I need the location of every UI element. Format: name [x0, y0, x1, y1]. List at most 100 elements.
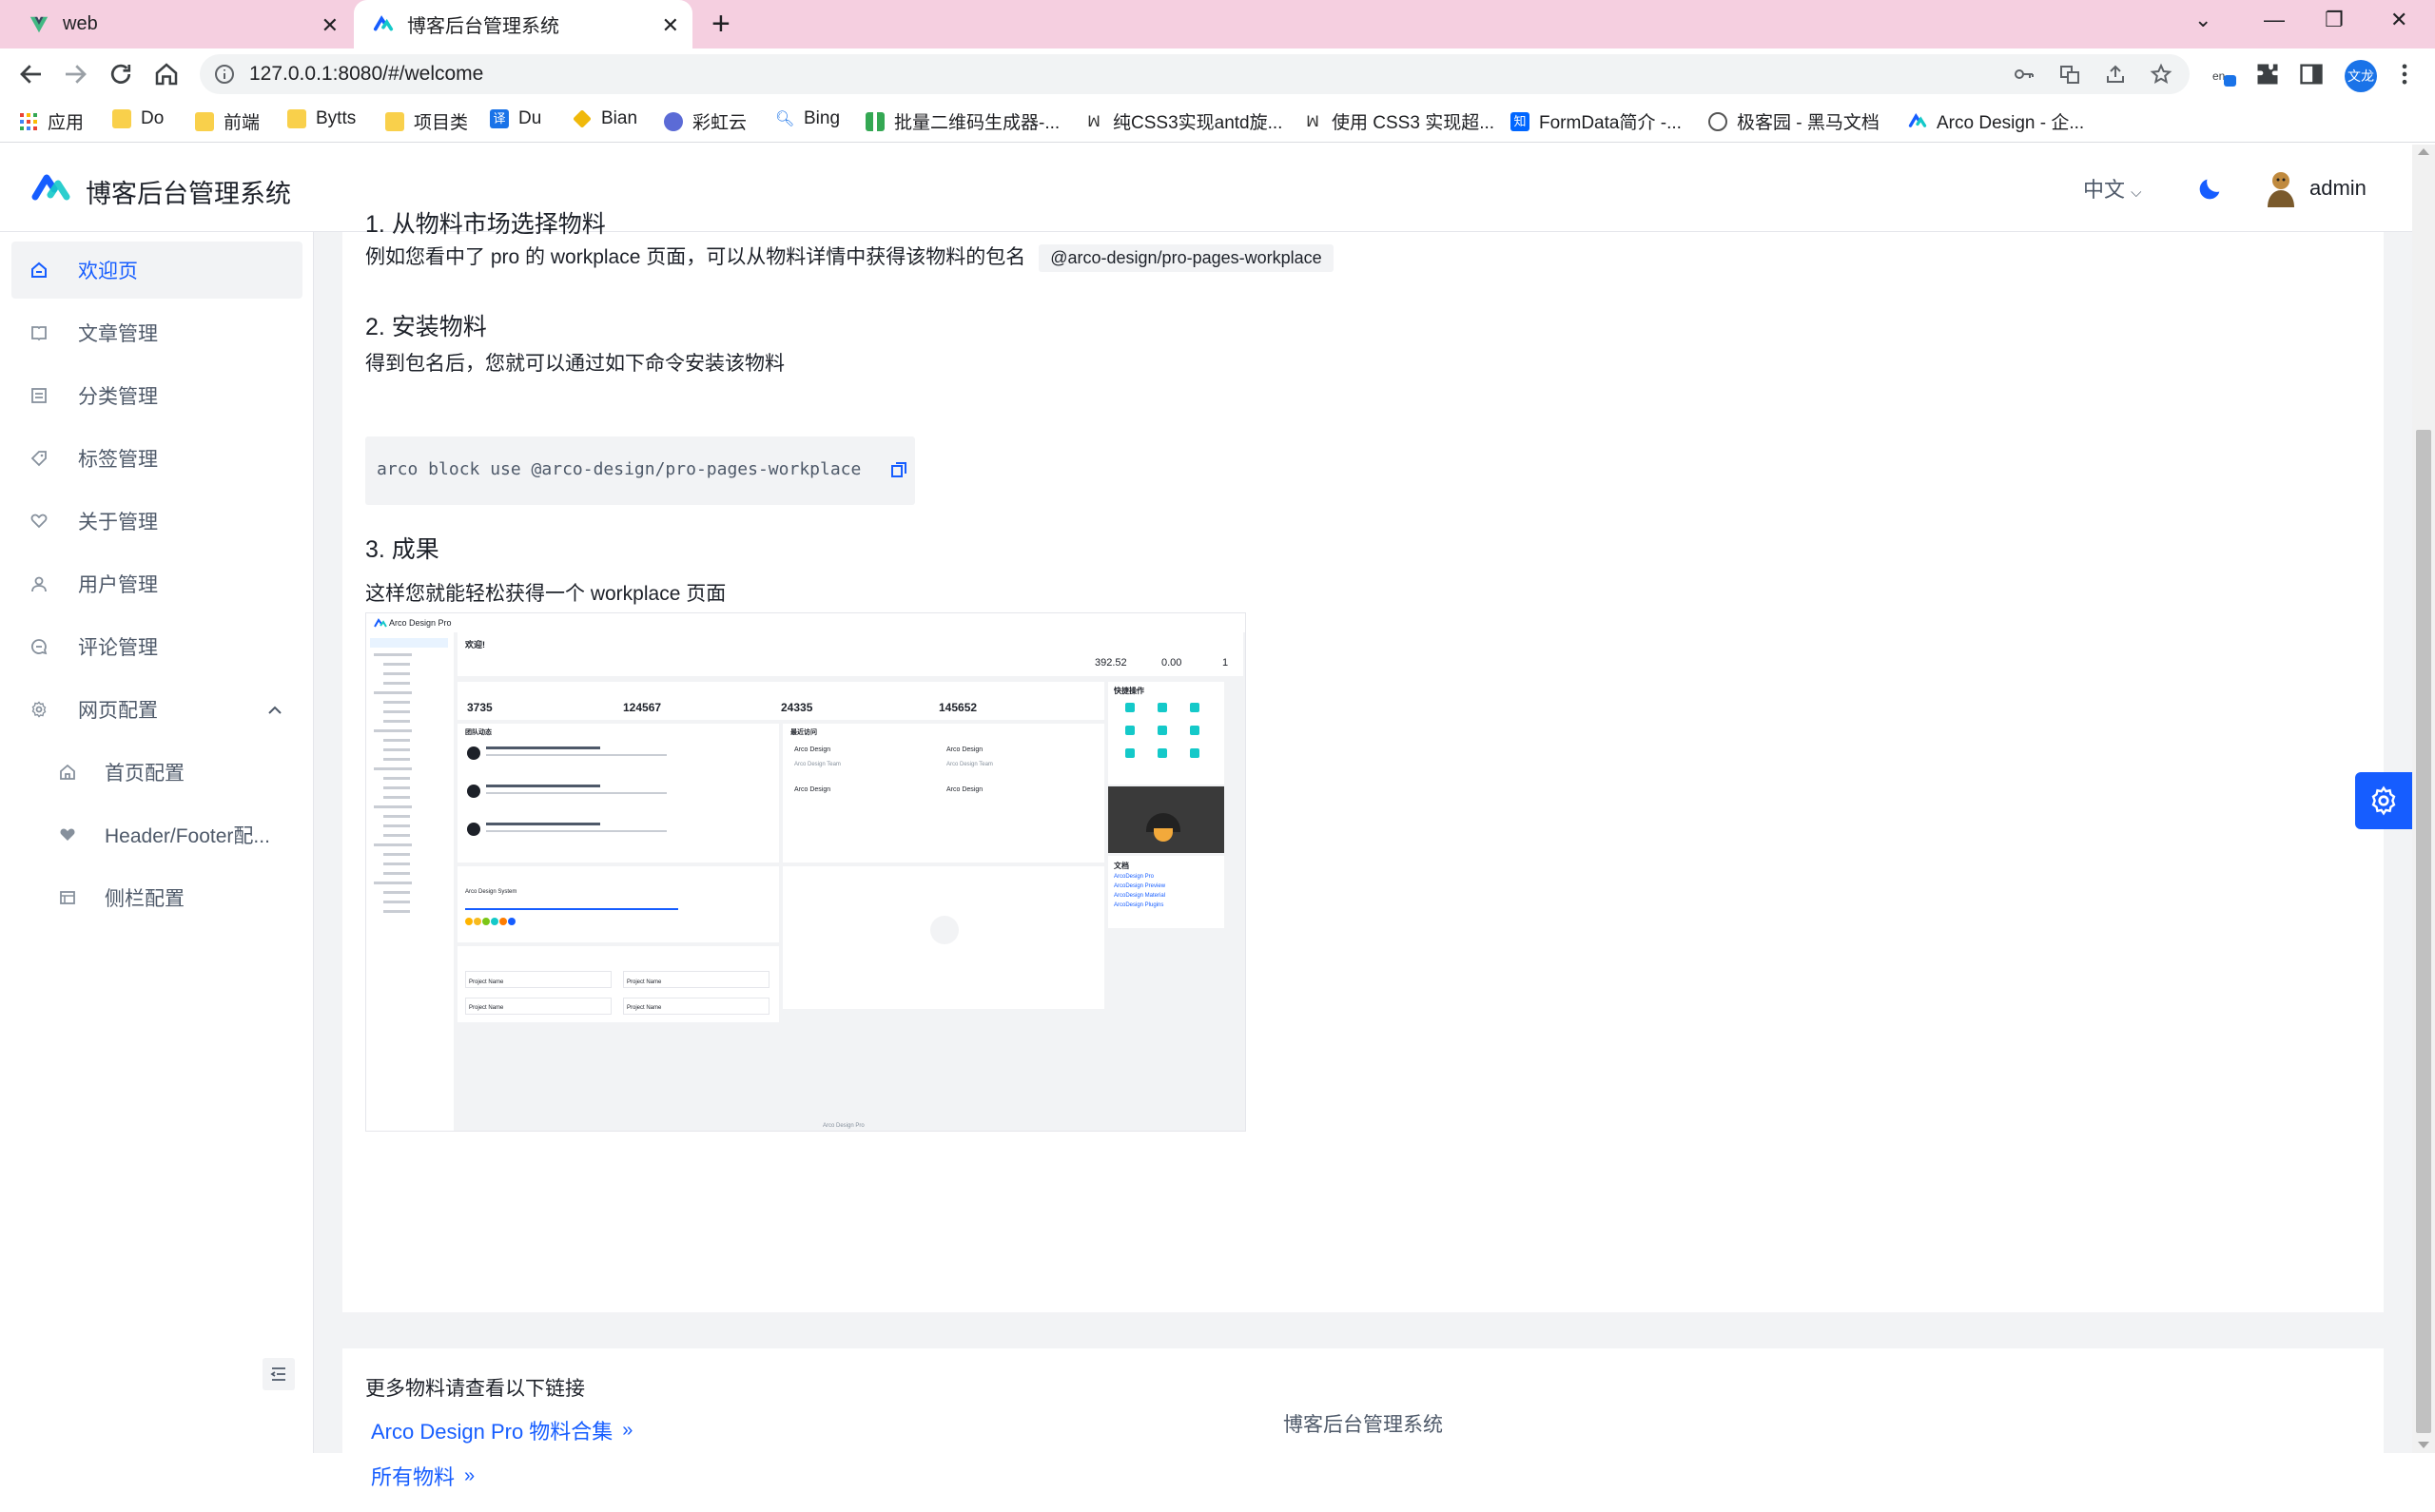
preview-quick-icon: [1158, 703, 1167, 712]
profile-avatar[interactable]: 文龙: [2345, 60, 2377, 92]
chevron-up-icon: [268, 706, 282, 714]
step3-title: 3. 成果: [365, 536, 439, 563]
list-icon: [31, 388, 47, 403]
sidebar-item-label: Header/Footer配...: [105, 825, 270, 847]
settings-button[interactable]: [2355, 772, 2412, 829]
preview-menu-line: [383, 901, 410, 903]
restore-button[interactable]: ❐: [2325, 8, 2344, 32]
site-info-icon[interactable]: [213, 63, 236, 86]
sidebar-item-about[interactable]: 关于管理: [11, 493, 302, 550]
bookmark-caihongyun[interactable]: 彩虹云: [664, 108, 747, 134]
bookmark-label: 前端: [224, 113, 261, 133]
minimize-button[interactable]: —: [2264, 8, 2285, 32]
sidebar-item-tags[interactable]: 标签管理: [11, 430, 302, 487]
preview-avatar-dot: [508, 918, 516, 925]
step2-title: 2. 安装物料: [365, 314, 487, 340]
bookmark-bian[interactable]: Bian: [573, 108, 637, 129]
sidebar-item-label: 文章管理: [78, 323, 158, 345]
preview-recent-title: 最近访问: [790, 729, 817, 736]
bookmark-bytts[interactable]: Bytts: [287, 108, 356, 129]
arco-icon: [1908, 112, 1927, 127]
bookmark-arco-design[interactable]: Arco Design - 企...: [1908, 108, 2084, 134]
bookmark-frontend[interactable]: 前端: [195, 108, 260, 134]
bookmark-qrcode[interactable]: 批量二维码生成器-...: [866, 108, 1060, 134]
sidebar-subitem-home-config[interactable]: 首页配置: [11, 744, 302, 801]
svg-text:en: en: [2212, 69, 2225, 83]
folder-icon: [195, 111, 214, 131]
sidebar-item-label: 欢迎页: [78, 261, 138, 282]
language-selector[interactable]: 中文 ⌵: [2083, 173, 2142, 204]
reload-icon[interactable]: [107, 60, 135, 88]
tab-search-icon[interactable]: ⌄: [2194, 8, 2211, 32]
heart-fill-icon: [60, 828, 75, 841]
arco-logo-icon: [374, 618, 387, 628]
step1-text-body: 例如您看中了 pro 的 workplace 页面，可以从物料详情中获得该物料的…: [365, 246, 1026, 268]
scroll-down-arrow[interactable]: [2418, 1442, 2429, 1448]
sidebar-item-label: 侧栏配置: [105, 888, 185, 910]
scroll-up-arrow[interactable]: [2418, 148, 2429, 155]
close-tab-icon[interactable]: ✕: [662, 13, 679, 38]
preview-menu-line: [383, 720, 410, 723]
bookmark-projects[interactable]: 项目类: [385, 108, 468, 134]
sidebar: 欢迎页 文章管理 分类管理 标签管理 关于管理 用户管理 评论管理 网页配置 首…: [0, 232, 314, 1453]
bookmark-css3-antd[interactable]: ꟽ 纯CSS3实现antd旋...: [1084, 108, 1282, 134]
share-icon[interactable]: [2104, 63, 2127, 86]
preview-stat-3: 24335: [781, 701, 813, 714]
sidebar-item-articles[interactable]: 文章管理: [11, 304, 302, 361]
preview-quick-icon: [1190, 726, 1199, 735]
back-icon[interactable]: [17, 60, 46, 88]
url-text[interactable]: 127.0.0.1:8080/#/welcome: [249, 63, 483, 86]
key-icon[interactable]: [2013, 63, 2036, 86]
home-icon[interactable]: [152, 60, 181, 88]
bookmark-bing[interactable]: 🔍︎ Bing: [775, 108, 840, 129]
vue-icon: [29, 16, 49, 32]
step1-text: 例如您看中了 pro 的 workplace 页面，可以从物料详情中获得该物料的…: [365, 242, 1334, 272]
address-bar[interactable]: 127.0.0.1:8080/#/welcome: [200, 54, 2190, 94]
bookmark-formdata[interactable]: 知 FormData简介 -...: [1510, 108, 1682, 134]
bookmark-css3-super[interactable]: ꟽ 使用 CSS3 实现超...: [1303, 108, 1494, 134]
sidebar-subitem-header-footer[interactable]: Header/Footer配...: [11, 806, 302, 863]
message-icon: [31, 639, 48, 655]
close-tab-icon[interactable]: ✕: [321, 13, 339, 38]
extensions-puzzle-icon[interactable]: [2254, 61, 2281, 87]
translate-icon[interactable]: [2058, 63, 2081, 86]
sidebar-item-welcome[interactable]: 欢迎页: [11, 242, 302, 299]
preview-menu-line: [383, 672, 410, 675]
bookmark-du[interactable]: 译 Du: [490, 108, 541, 129]
tab-blog-admin[interactable]: 博客后台管理系统 ✕: [354, 0, 692, 48]
kebab-menu-icon[interactable]: [2391, 61, 2418, 87]
cloud-icon: [664, 111, 683, 131]
preview-menu-line: [383, 891, 410, 894]
link-label: 所有物料: [371, 1465, 456, 1489]
username[interactable]: admin: [2309, 176, 2367, 201]
home-icon: [60, 764, 75, 780]
sidebar-item-comments[interactable]: 评论管理: [11, 618, 302, 675]
moon-icon[interactable]: [2197, 175, 2224, 202]
sidebar-item-users[interactable]: 用户管理: [11, 555, 302, 612]
side-panel-icon[interactable]: [2298, 61, 2325, 87]
tab-web[interactable]: web ✕: [0, 0, 352, 48]
bookmark-apps[interactable]: 应用: [19, 108, 84, 134]
star-icon[interactable]: [2150, 63, 2172, 86]
collapse-sidebar-icon[interactable]: [263, 1358, 295, 1390]
forward-icon[interactable]: [61, 60, 89, 88]
preview-menu-line: [374, 882, 412, 884]
all-materials-link[interactable]: 所有物料 »: [371, 1461, 475, 1491]
copy-icon[interactable]: [890, 461, 907, 478]
avatar[interactable]: [2264, 169, 2298, 207]
page-scrollbar[interactable]: [2412, 145, 2435, 1453]
scroll-thumb[interactable]: [2416, 430, 2431, 1433]
bookmark-geek-park[interactable]: 极客园 - 黑马文档: [1708, 108, 1880, 134]
sidebar-subitem-sidebar-config[interactable]: 侧栏配置: [11, 869, 302, 926]
preview-kpi-3: 1: [1222, 657, 1229, 669]
preview-avatar-dot: [482, 918, 490, 925]
extension-en-icon[interactable]: en: [2211, 61, 2237, 87]
bookmark-do[interactable]: Do: [112, 108, 164, 129]
sidebar-item-categories[interactable]: 分类管理: [11, 367, 302, 424]
zhihu-icon: 知: [1510, 111, 1529, 131]
preview-docs-title: 文档: [1114, 862, 1129, 870]
new-tab-button[interactable]: +: [711, 8, 730, 40]
sidebar-item-web-config[interactable]: 网页配置: [11, 681, 302, 738]
preview-menu-line: [374, 653, 412, 656]
close-window-button[interactable]: ✕: [2390, 8, 2407, 32]
